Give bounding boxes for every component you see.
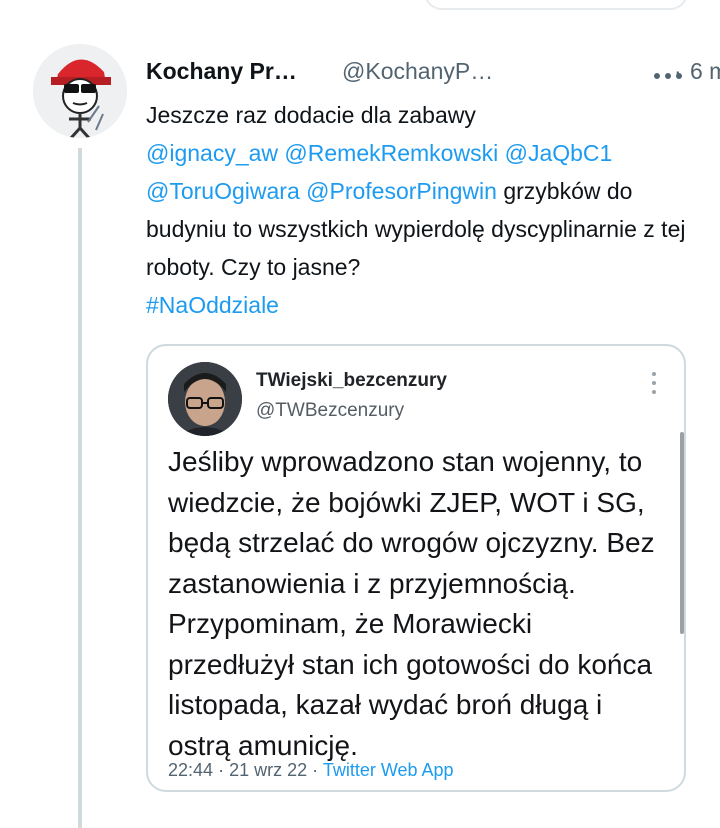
footer-separator: ·: [218, 760, 225, 780]
author-name[interactable]: Kochany Pr…: [146, 58, 297, 85]
mention-link[interactable]: @ProfesorPingwin: [306, 178, 497, 204]
quoted-scrollbar[interactable]: [680, 432, 684, 634]
mention-link[interactable]: @ignacy_aw: [146, 140, 278, 166]
quoted-author-avatar[interactable]: [168, 362, 242, 436]
quoted-author-handle[interactable]: @TWBezcenzury: [256, 400, 404, 422]
hashtag-link[interactable]: #NaOddziale: [146, 292, 279, 318]
avatar-illustration-icon: [33, 44, 127, 138]
footer-separator: ·: [312, 760, 319, 780]
mention-link[interactable]: @ToruOgiwara: [146, 178, 300, 204]
quoted-tweet-card[interactable]: TWiejski_bezcenzury @TWBezcenzury Jeślib…: [146, 344, 686, 792]
tweet-header: Kochany Pr… @KochanyP… · 6 min: [146, 58, 720, 88]
mention-link[interactable]: @RemekRemkowski: [284, 140, 498, 166]
author-handle[interactable]: @KochanyP…: [342, 58, 493, 85]
previous-tweet-card[interactable]: [424, 0, 688, 10]
mention-link[interactable]: @JaQbC1: [505, 140, 613, 166]
quoted-date[interactable]: 21 wrz 22: [229, 760, 307, 780]
quoted-time[interactable]: 22:44: [168, 760, 213, 780]
thread-line: [78, 148, 82, 828]
source-app-link[interactable]: Twitter Web App: [323, 760, 454, 780]
person-photo-icon: [168, 362, 242, 436]
quoted-tweet-text: Jeśliby wprowadzono stan wojenny, to wie…: [168, 446, 655, 761]
tweet-text-line: Jeszcze raz dodacie dla zabawy: [146, 102, 476, 128]
tweet-timestamp[interactable]: 6 min: [690, 58, 720, 85]
author-avatar[interactable]: [33, 44, 127, 138]
tweet-text: Jeszcze raz dodacie dla zabawy @ignacy_a…: [146, 96, 694, 324]
quoted-author-name[interactable]: TWiejski_bezcenzury: [256, 370, 447, 392]
more-vertical-icon[interactable]: [652, 372, 658, 399]
quoted-tweet-footer: 22:44 · 21 wrz 22 · Twitter Web App: [168, 760, 454, 781]
more-horizontal-icon[interactable]: [653, 68, 683, 79]
